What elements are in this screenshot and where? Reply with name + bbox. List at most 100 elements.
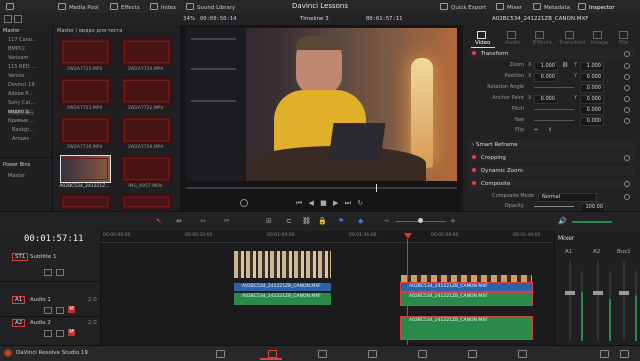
reset-icon[interactable] [624,118,630,124]
position-x-field[interactable]: 0.000 [534,73,558,82]
video-frame[interactable] [186,28,457,181]
cropping-section[interactable]: Cropping [468,153,634,163]
pitch-slider[interactable] [534,109,574,110]
fusion-page-icon[interactable] [368,350,377,358]
track-lock-icon[interactable] [44,330,52,337]
list-view-icon[interactable] [4,15,12,23]
fader-a2[interactable] [593,291,603,295]
bin-item[interactable]: 115 RED ... [8,64,36,70]
insert-clip-icon[interactable]: ⊞ [266,217,272,225]
quick-export-button[interactable]: Quick Export [440,3,486,11]
tab-transition[interactable]: Transition [559,40,586,46]
reset-icon[interactable] [624,181,630,187]
yaw-slider[interactable] [534,120,574,121]
composite-mode-select[interactable]: Normal [538,193,597,202]
pitch-field[interactable]: 0.000 [580,106,604,115]
trim-tool-icon[interactable]: ⇹ [176,217,182,225]
reset-icon[interactable] [624,63,630,69]
tab-image[interactable]: Image [591,40,608,46]
volume-icon[interactable]: 🔊 [558,217,567,225]
media-page-icon[interactable] [216,350,225,358]
bin-item[interactable]: BMPCC [8,46,26,52]
opacity-slider[interactable] [534,206,574,207]
video-thumbnail-strip[interactable] [401,275,532,283]
jog-icon[interactable] [240,199,248,207]
video-thumbnail-strip[interactable] [234,251,331,278]
inspector-button[interactable]: Inspector [578,3,615,11]
transform-section[interactable]: Transform [468,49,634,59]
zoom-in-icon[interactable]: + [450,217,456,225]
blade-tool-icon[interactable]: ✂ [224,217,230,225]
track-lock-icon[interactable] [44,307,52,314]
go-to-start-icon[interactable]: ⏮ [296,199,302,207]
bin-item[interactable]: Backgr... [12,127,34,133]
subtitle-track-header[interactable]: ST1 Subtitle 1 [0,251,100,282]
clip-thumbnail-selected[interactable] [60,155,111,183]
video-clip[interactable]: A02BC534_241221ZB_CANON.MXF [234,283,331,291]
bin-item[interactable]: Davinci 19 [8,82,35,88]
bin-item[interactable]: Кривые ... [8,118,34,124]
bin-item[interactable]: Sony Cat... [8,100,35,106]
rotation-field[interactable]: 0.000 [580,84,604,93]
reset-icon[interactable] [624,155,630,161]
scrub-playhead[interactable] [376,184,377,192]
power-bin-master[interactable]: Master [8,173,25,179]
edit-page-icon[interactable] [318,350,327,358]
cut-page-icon[interactable] [268,350,277,358]
position-lock-icon[interactable]: 🔒 [318,217,327,225]
audio-clip[interactable]: A02BC534_241221ZB_CANON.MXF [234,293,331,305]
zoom-level[interactable]: 34% [183,16,195,22]
dynamic-zoom-section[interactable]: Dynamic Zoom [468,166,634,176]
timeline-name[interactable]: Timeline 3 [300,16,329,22]
loop-icon[interactable]: ↻ [357,199,363,207]
reset-icon[interactable] [624,194,630,200]
metadata-button[interactable]: Metadata [533,3,570,11]
zoom-slider-handle[interactable] [418,218,423,223]
anchor-y-field[interactable]: 0.000 [580,95,604,104]
mute-button[interactable]: M [68,306,75,313]
reset-icon[interactable] [624,96,630,102]
composite-section[interactable]: Composite [468,179,634,189]
marker-icon[interactable]: ◆ [358,217,363,225]
yaw-field[interactable]: 0.000 [580,117,604,126]
grid-view-icon[interactable] [14,15,22,23]
clip-thumbnail[interactable] [121,155,172,183]
track-enable-icon[interactable] [56,269,64,276]
enable-dot-icon[interactable] [472,181,476,185]
scrub-bar[interactable] [186,187,457,189]
playhead-line[interactable] [407,239,408,345]
clip-thumbnail[interactable] [121,194,172,210]
tab-audio[interactable]: Audio [505,40,521,46]
bin-item[interactable]: 117 Cano... [8,37,37,43]
zoom-out-icon[interactable]: − [384,217,390,225]
flip-horizontal-icon[interactable]: ⇔ [534,126,538,135]
play-reverse-icon[interactable]: ◀ [309,199,314,207]
reset-icon[interactable] [624,85,630,91]
bin-item-selected[interactable]: видео д... [8,109,34,115]
reset-icon[interactable] [624,74,630,80]
playhead-handle[interactable] [404,233,412,239]
bin-item[interactable]: Arrows [12,136,29,142]
audio1-track-header[interactable]: A1 Audio 1 2.0 M [0,294,100,317]
go-to-end-icon[interactable]: ⏭ [345,199,351,207]
mute-button[interactable]: M [68,329,75,336]
linked-selection-icon[interactable]: ⛓ [302,217,311,225]
enable-dot-icon[interactable] [472,51,476,55]
tab-video[interactable]: Video [475,40,490,46]
tab-effects[interactable]: Effects [533,40,552,46]
master-volume-bar[interactable] [572,221,612,223]
audio-clip-selected[interactable]: A02BC534_241221ZB_CANON.MXF [400,316,533,340]
color-page-icon[interactable] [418,350,427,358]
enable-dot-icon[interactable] [472,155,476,159]
bin-item[interactable]: Master [3,28,20,34]
mixer-button[interactable]: Mixer [496,3,522,11]
bin-item[interactable]: Venice [8,73,25,79]
flag-icon[interactable]: ⚑ [338,217,344,225]
clip-thumbnail[interactable] [121,116,172,144]
home-icon[interactable] [600,350,609,358]
bin-item[interactable]: Adobe P... [8,91,32,97]
zoom-x-field[interactable]: 1.000 [534,62,558,71]
enable-dot-icon[interactable] [472,168,476,172]
deliver-page-icon[interactable] [518,350,527,358]
clip-thumbnail[interactable] [60,77,111,105]
